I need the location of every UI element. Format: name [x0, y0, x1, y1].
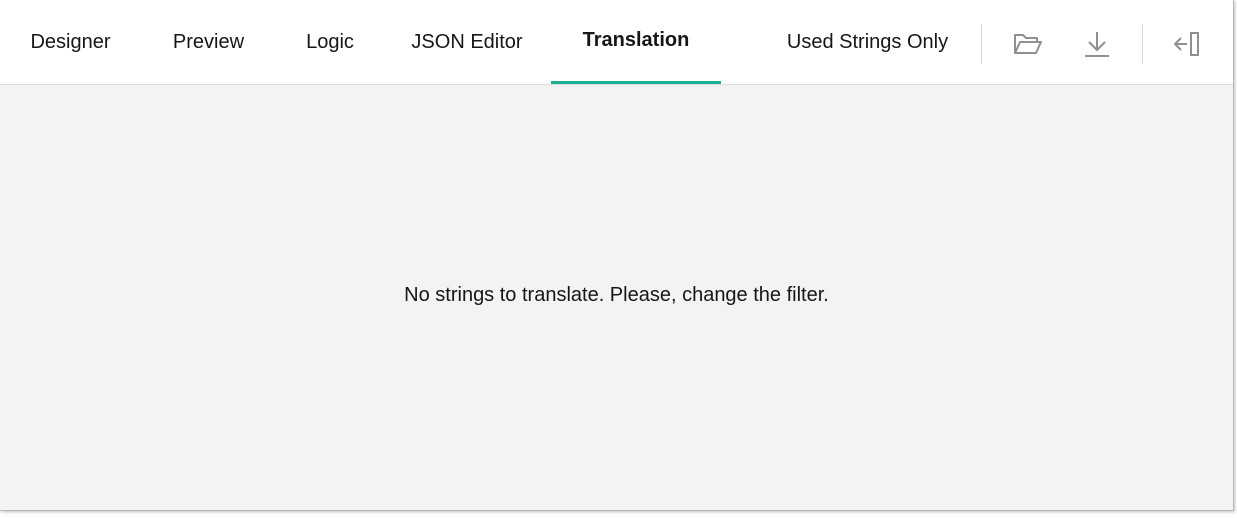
empty-state-message: No strings to translate. Please, change …	[404, 284, 829, 306]
collapse-panel-icon	[1174, 32, 1199, 56]
tab-bar: Designer Preview Logic JSON Editor Trans…	[0, 0, 1233, 85]
collapse-panel-button[interactable]	[1165, 22, 1209, 66]
export-button[interactable]	[1075, 22, 1119, 66]
tab-translation[interactable]: Translation	[551, 0, 721, 84]
import-button[interactable]	[1006, 22, 1050, 66]
tab-preview[interactable]: Preview	[141, 0, 276, 84]
open-folder-icon	[1014, 34, 1042, 54]
survey-creator-window: Designer Preview Logic JSON Editor Trans…	[0, 0, 1234, 511]
tab-json-editor[interactable]: JSON Editor	[384, 0, 550, 84]
translation-content: No strings to translate. Please, change …	[0, 85, 1233, 510]
used-strings-only-filter[interactable]: Used Strings Only	[760, 0, 975, 84]
tab-designer[interactable]: Designer	[0, 0, 141, 84]
tab-logic[interactable]: Logic	[276, 0, 384, 84]
toolbar-divider	[981, 24, 982, 64]
download-icon	[1085, 32, 1109, 57]
toolbar-divider	[1142, 24, 1143, 64]
